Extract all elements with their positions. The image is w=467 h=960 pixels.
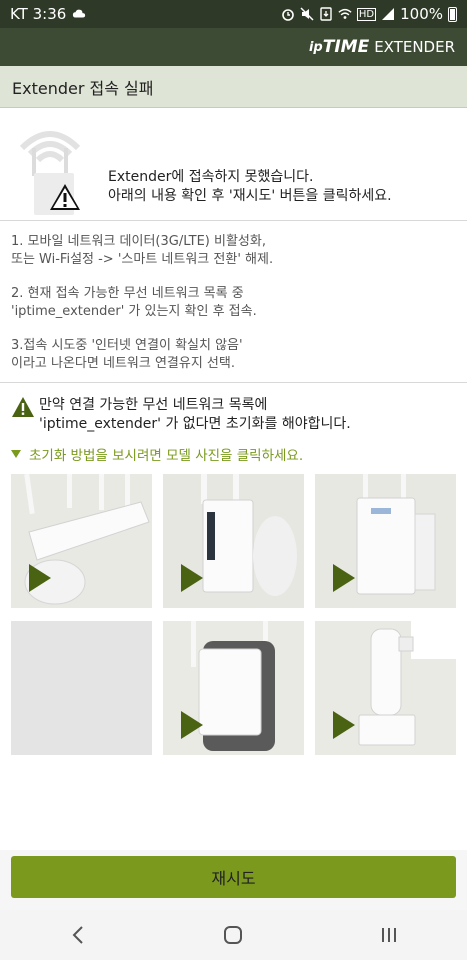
signal-icon (382, 8, 395, 20)
recents-icon (382, 928, 397, 942)
model-photo-4[interactable] (163, 621, 304, 755)
model-photo-grid (11, 474, 456, 756)
instruction-item-1: 1. 모바일 네트워크 데이터(3G/LTE) 비활성화, 또는 Wi-Fi설정… (11, 234, 274, 267)
recents-button[interactable] (359, 915, 419, 955)
model-photo-3[interactable] (315, 474, 456, 608)
retry-area: 재시도 (0, 850, 467, 910)
carrier-time: KT 3:36 (10, 5, 67, 23)
brand-ip: ip (308, 39, 323, 55)
warning-icon (12, 397, 34, 417)
play-icon (181, 711, 203, 739)
retry-button[interactable]: 재시도 (11, 856, 456, 898)
model-photo-5[interactable] (315, 621, 456, 755)
hd-label: HD (356, 7, 377, 21)
battery-icon (448, 6, 457, 22)
system-nav-bar (0, 910, 467, 960)
instruction-item-2: 2. 현재 접속 가능한 무선 네트워크 목록 중 'iptime_extend… (11, 286, 257, 319)
reset-hint: 초기화 방법을 보시려면 모델 사진을 클릭하세요. (11, 444, 303, 464)
reset-warning: 만약 연결 가능한 무선 네트워크 목록에 'iptime_extender' … (11, 396, 456, 434)
model-photo-placeholder (11, 621, 152, 755)
play-icon (333, 564, 355, 592)
wifi-icon (338, 8, 352, 19)
app-header: ip TIME EXTENDER (0, 28, 467, 66)
home-icon (224, 926, 243, 944)
divider (0, 382, 467, 383)
status-bar: KT 3:36 HD 100% (0, 0, 467, 28)
model-photo-1[interactable] (11, 474, 152, 608)
model-photo-2[interactable] (163, 474, 304, 608)
chevron-left-icon (72, 926, 83, 944)
hint-text: 초기화 방법을 보시려면 모델 사진을 클릭하세요. (29, 448, 304, 464)
router-warning-icon (19, 131, 81, 215)
brand-extender: EXTENDER (374, 38, 455, 56)
home-button[interactable] (203, 915, 263, 955)
play-icon (29, 564, 51, 592)
instruction-list: 1. 모바일 네트워크 데이터(3G/LTE) 비활성화, 또는 Wi-Fi설정… (11, 233, 456, 389)
instruction-item-3: 3.접속 시도중 '인터넷 연결이 확실치 않음' 이라고 나온다면 네트워크 … (11, 338, 243, 371)
play-icon (181, 564, 203, 592)
page-title: Extender 접속 실패 (0, 66, 467, 108)
failure-notice: Extender에 접속하지 못했습니다. 아래의 내용 확인 후 '재시도' … (0, 108, 467, 221)
battery-percent: 100% (400, 5, 443, 23)
triangle-down-icon (11, 450, 21, 458)
alarm-icon (282, 9, 294, 21)
download-icon (320, 7, 332, 21)
notice-line-1: Extender에 접속하지 못했습니다. (108, 169, 314, 185)
mute-icon (300, 7, 314, 21)
brand-time: TIME (322, 37, 370, 57)
back-button[interactable] (48, 915, 108, 955)
notice-line-2: 아래의 내용 확인 후 '재시도' 버튼을 클릭하세요. (108, 188, 392, 204)
warning-text: 만약 연결 가능한 무선 네트워크 목록에 'iptime_extender' … (39, 397, 351, 432)
play-icon (333, 711, 355, 739)
cloud-icon (73, 9, 86, 18)
